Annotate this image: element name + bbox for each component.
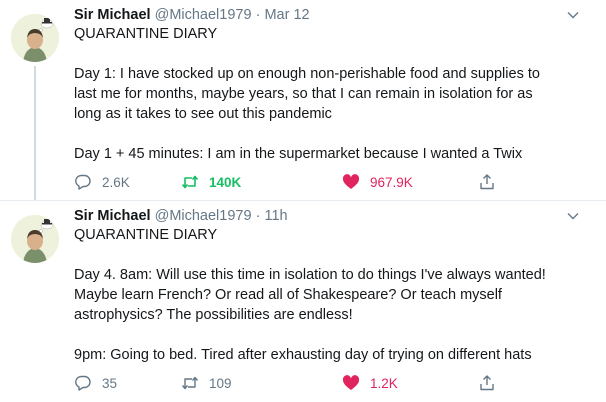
reply-icon <box>75 375 91 391</box>
heart-filled-icon <box>342 375 360 390</box>
avatar-illustration-icon <box>11 14 59 62</box>
separator-dot: · <box>255 7 261 23</box>
tweet-line: long as it takes to see out this pandemi… <box>74 106 332 122</box>
retweet-count: 109 <box>209 375 232 391</box>
like-count: 967.9K <box>370 174 413 190</box>
chevron-down-icon[interactable] <box>566 209 580 223</box>
tweet-header: Sir Michael @Michael1979 · Mar 12 <box>74 7 310 23</box>
chevron-down-icon[interactable] <box>566 8 580 22</box>
tweet-line: astrophysics? The possibilities are endl… <box>74 307 353 323</box>
share-icon <box>480 375 494 391</box>
reply-count: 2.6K <box>102 174 130 190</box>
reply-count: 35 <box>102 375 118 391</box>
tweet-line: QUARANTINE DIARY <box>74 26 218 42</box>
user-handle[interactable]: @Michael1979 <box>155 208 252 224</box>
tweet-line: Day 1 + 45 minutes: I am in the supermar… <box>74 146 523 162</box>
tweet-line: 9pm: Going to bed. Tired after exhaustin… <box>74 347 532 363</box>
thread-connector <box>34 66 36 200</box>
reply-button[interactable]: 2.6K <box>74 170 130 194</box>
tweet-actions: 35 109 1.2K <box>74 371 554 395</box>
like-button[interactable]: 967.9K <box>342 170 413 194</box>
avatar-illustration-icon <box>11 215 59 263</box>
tweet-line: Maybe learn French? Or read all of Shake… <box>74 287 502 303</box>
separator-dot: · <box>255 208 261 224</box>
heart-filled-icon <box>342 174 360 189</box>
tweet-line: Day 1: I have stocked up on enough non-p… <box>74 66 540 82</box>
tweet-line: Day 4. 8am: Will use this time in isolat… <box>74 267 546 283</box>
retweet-icon <box>181 175 199 189</box>
tweet-header: Sir Michael @Michael1979 · 11h <box>74 208 288 224</box>
share-button[interactable] <box>478 371 506 395</box>
timestamp[interactable]: 11h <box>264 208 287 224</box>
display-name[interactable]: Sir Michael <box>74 7 151 23</box>
reply-button[interactable]: 35 <box>74 371 117 395</box>
retweet-button[interactable]: 140K <box>181 170 241 194</box>
tweet-actions: 2.6K 140K 967.9K <box>74 170 554 194</box>
share-button[interactable] <box>478 170 506 194</box>
reply-icon <box>75 174 91 190</box>
display-name[interactable]: Sir Michael <box>74 208 151 224</box>
timestamp[interactable]: Mar 12 <box>264 7 309 23</box>
avatar[interactable] <box>11 215 59 263</box>
tweet-text: QUARANTINE DIARY Day 4. 8am: Will use th… <box>74 225 584 365</box>
tweet[interactable]: Sir Michael @Michael1979 · 11h QUARANTIN… <box>0 200 606 402</box>
retweet-icon <box>181 376 199 390</box>
share-icon <box>480 174 494 190</box>
tweet-line <box>74 325 584 345</box>
tweet-line <box>74 44 584 64</box>
user-handle[interactable]: @Michael1979 <box>155 7 252 23</box>
retweet-count: 140K <box>209 174 242 190</box>
tweet-line: last me for months, maybe years, so that… <box>74 86 533 102</box>
retweet-button[interactable]: 109 <box>181 371 232 395</box>
tweet-text: QUARANTINE DIARY Day 1: I have stocked u… <box>74 24 584 164</box>
like-button[interactable]: 1.2K <box>342 371 398 395</box>
tweet-line <box>74 124 584 144</box>
tweet-line <box>74 245 584 265</box>
avatar[interactable] <box>11 14 59 62</box>
tweet-line: QUARANTINE DIARY <box>74 227 218 243</box>
tweet[interactable]: Sir Michael @Michael1979 · Mar 12 QUARAN… <box>0 0 606 200</box>
like-count: 1.2K <box>370 375 398 391</box>
